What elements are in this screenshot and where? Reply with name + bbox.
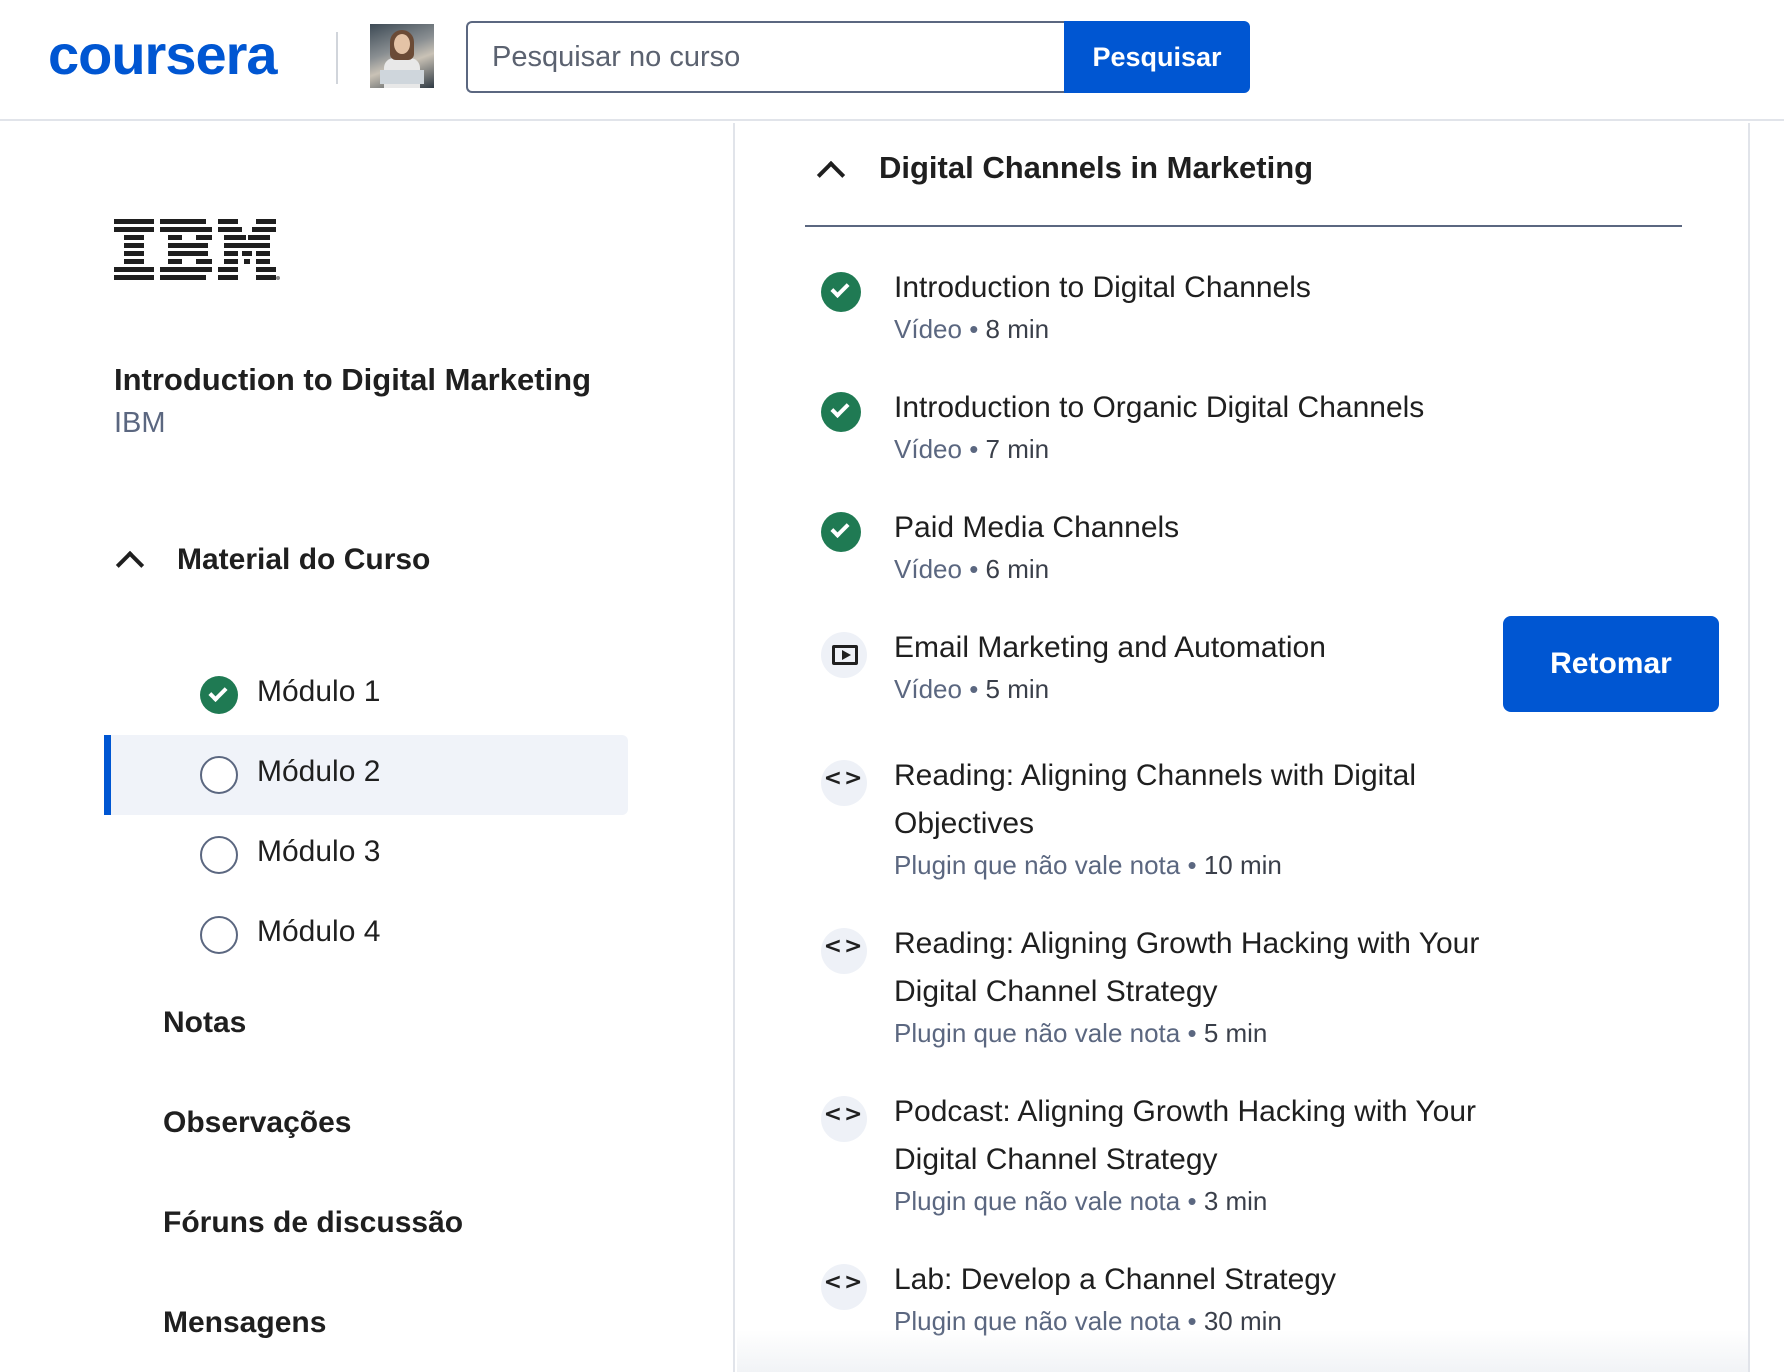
check-circle-icon [821, 512, 861, 552]
search-button[interactable]: Pesquisar [1064, 21, 1250, 93]
lesson-meta: Vídeo • 6 min [894, 554, 1050, 584]
ibm-logo-graphic [114, 219, 280, 280]
lesson-meta: Plugin que não vale nota • 3 min [894, 1186, 1268, 1216]
nav-link-foruns[interactable]: Fóruns de discussão [163, 1206, 463, 1240]
code-icon: <> [821, 760, 867, 806]
lesson-meta: Vídeo • 5 min [894, 674, 1050, 704]
check-circle-icon [200, 676, 238, 714]
empty-circle-icon [200, 836, 238, 874]
module-item-2[interactable]: Módulo 2 [104, 735, 628, 815]
code-icon: <> [821, 1096, 867, 1142]
lesson-item[interactable]: Introduction to Digital Channels Vídeo •… [821, 264, 1671, 360]
coursera-logo[interactable]: coursera [48, 22, 278, 87]
nav-link-mensagens[interactable]: Mensagens [163, 1306, 326, 1340]
code-icon: <> [821, 928, 867, 974]
course-sidebar: Introduction to Digital Marketing IBM Ma… [0, 123, 735, 1372]
lesson-title: Reading: Aligning Growth Hacking with Yo… [894, 927, 1480, 1008]
material-label: Material do Curso [177, 543, 431, 576]
nav-link-observacoes[interactable]: Observações [163, 1106, 351, 1140]
course-org: IBM [114, 407, 166, 439]
module-label: Módulo 2 [257, 755, 381, 788]
lesson-item[interactable]: Email Marketing and Automation Vídeo • 5… [821, 616, 1719, 720]
module-item-3[interactable]: Módulo 3 [104, 815, 628, 895]
lesson-title: Reading: Aligning Channels with Digital O… [894, 759, 1416, 840]
lesson-title: Lab: Develop a Channel Strategy [894, 1263, 1336, 1296]
lesson-title: Podcast: Aligning Growth Hacking with Yo… [894, 1095, 1476, 1176]
lesson-title: Email Marketing and Automation [894, 631, 1326, 664]
check-circle-icon [821, 392, 861, 432]
search-input[interactable] [466, 21, 1066, 93]
course-title[interactable]: Introduction to Digital Marketing [114, 362, 591, 398]
lesson-title: Paid Media Channels [894, 511, 1180, 544]
content-right-border [1748, 123, 1750, 1372]
module-label: Módulo 3 [257, 835, 381, 868]
empty-circle-icon [200, 756, 238, 794]
empty-circle-icon [200, 916, 238, 954]
video-icon [821, 632, 867, 678]
lesson-item[interactable]: <> Reading: Aligning Growth Hacking with… [821, 920, 1671, 1064]
header-divider [336, 32, 338, 84]
lesson-item[interactable]: <> Reading: Aligning Channels with Digit… [821, 752, 1671, 896]
code-icon: <> [821, 1264, 867, 1310]
lesson-item[interactable]: <> Podcast: Aligning Growth Hacking with… [821, 1088, 1671, 1232]
check-circle-icon [821, 272, 861, 312]
material-toggle[interactable]: Material do Curso [100, 533, 620, 589]
lesson-meta: Plugin que não vale nota • 5 min [894, 1018, 1268, 1048]
resume-button[interactable]: Retomar [1503, 616, 1719, 712]
section-header[interactable]: Digital Channels in Marketing [805, 123, 1682, 227]
module-item-4[interactable]: Módulo 4 [104, 895, 628, 975]
lesson-title: Introduction to Digital Channels [894, 271, 1311, 304]
module-label: Módulo 1 [257, 675, 381, 708]
ibm-logo [114, 219, 280, 281]
chevron-up-icon [115, 550, 145, 580]
lesson-title: Introduction to Organic Digital Channels [894, 391, 1425, 424]
section-title: Digital Channels in Marketing [879, 150, 1314, 185]
lesson-meta: Vídeo • 8 min [894, 314, 1050, 344]
nav-link-notas[interactable]: Notas [163, 1006, 246, 1040]
lesson-meta: Plugin que não vale nota • 10 min [894, 850, 1282, 880]
lesson-meta: Vídeo • 7 min [894, 434, 1050, 464]
scroll-fade [737, 1330, 1748, 1372]
top-header: coursera Pesquisar [0, 0, 1784, 121]
module-label: Módulo 4 [257, 915, 381, 948]
course-thumbnail[interactable] [370, 24, 434, 88]
module-content: Digital Channels in Marketing Introducti… [737, 123, 1748, 1372]
chevron-up-icon [816, 160, 846, 190]
module-item-1[interactable]: Módulo 1 [104, 655, 628, 735]
lesson-item[interactable]: Paid Media Channels Vídeo • 6 min [821, 504, 1671, 600]
lesson-item[interactable]: Introduction to Organic Digital Channels… [821, 384, 1671, 480]
